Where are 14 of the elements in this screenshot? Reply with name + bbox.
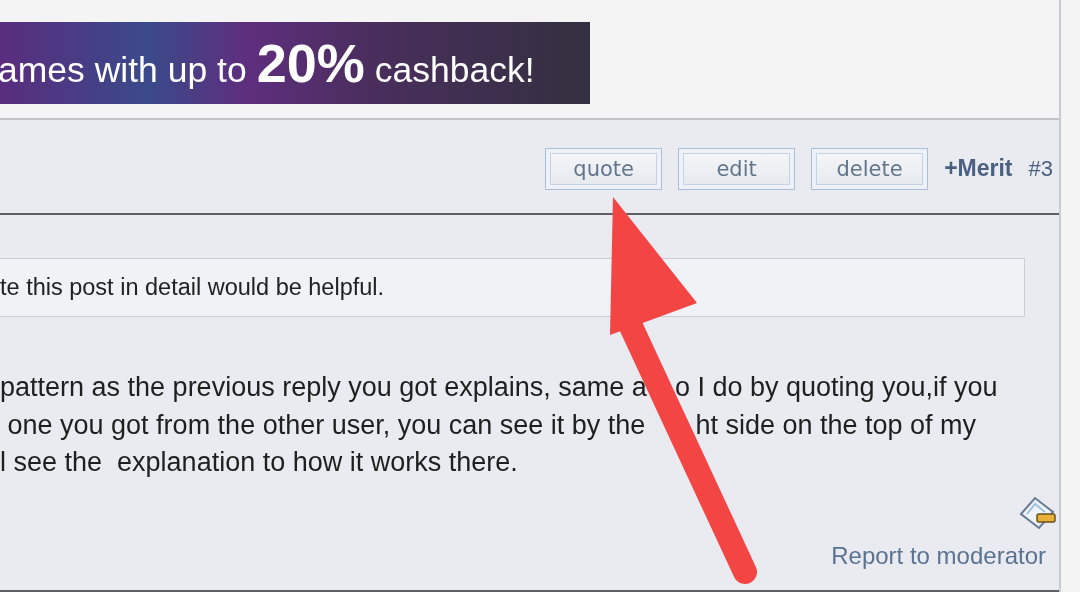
- quote-text: te this post in detail would be helpful.: [0, 274, 385, 301]
- merit-link[interactable]: +Merit: [944, 155, 1013, 182]
- post-number[interactable]: #3: [1028, 155, 1053, 182]
- post-text: one you got from the other user, you can see it by the: [6, 408, 646, 442]
- post-text: o I do by quoting you,if you: [674, 371, 998, 404]
- report-link[interactable]: Report to moderator: [831, 541, 1046, 570]
- ad-banner[interactable]: ames with up to 20% cashback!: [0, 22, 590, 104]
- post-text: l see the explanation to how it works there.: [0, 446, 518, 479]
- post-text: ht side on the top of my: [695, 408, 977, 442]
- quote-button[interactable]: quote: [545, 147, 663, 190]
- post-text: pattern as the previous reply you got explains, same a: [0, 371, 647, 404]
- banner-text: ames with up to 20% cashback!: [0, 32, 535, 94]
- edit-button[interactable]: edit: [678, 147, 796, 190]
- delete-button[interactable]: delete: [811, 147, 929, 190]
